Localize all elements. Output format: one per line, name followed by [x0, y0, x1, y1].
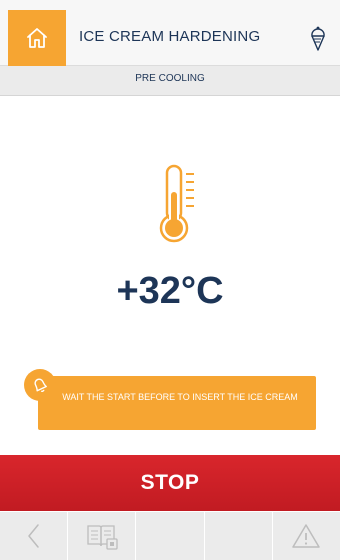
bottom-nav-bar — [0, 512, 340, 560]
recipe-book-button[interactable] — [68, 512, 137, 560]
message-text: WAIT THE START BEFORE TO INSERT THE ICE … — [62, 392, 298, 402]
empty-slot — [136, 512, 205, 560]
home-button[interactable] — [8, 10, 66, 66]
ice-cream-menu-button[interactable] — [306, 24, 330, 52]
empty-slot — [205, 512, 273, 560]
stop-button[interactable]: STOP — [0, 455, 340, 511]
recipe-book-icon — [87, 525, 118, 550]
thermometer-icon — [150, 162, 206, 246]
bell-icon — [34, 378, 47, 393]
phase-label: PRE COOLING — [135, 73, 205, 84]
page-title: ICE CREAM HARDENING — [79, 28, 261, 45]
bell-badge — [24, 369, 56, 401]
header-bar: ICE CREAM HARDENING — [0, 0, 340, 66]
warning-button[interactable] — [273, 512, 340, 560]
warning-icon — [292, 524, 321, 548]
back-arrow-icon — [27, 524, 39, 548]
home-icon — [27, 28, 47, 48]
back-button[interactable] — [0, 512, 69, 560]
ice-cream-cone-icon — [311, 26, 325, 51]
temperature-readout: +32°C — [116, 270, 224, 312]
phase-bar: PRE COOLING — [0, 66, 340, 96]
message-box: WAIT THE START BEFORE TO INSERT THE ICE … — [38, 376, 316, 430]
